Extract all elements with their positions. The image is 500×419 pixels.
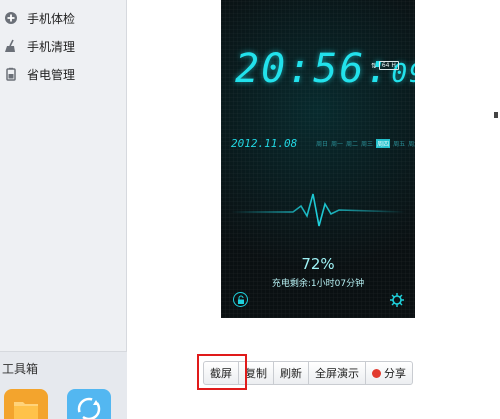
phone-screen: 20:56:09 ⇅ 64 H 2012.11.08 周日 周一 周二 周三 周…: [221, 0, 415, 318]
battery-status: 64 H: [378, 61, 399, 70]
heartbeat-wave-graphic: [231, 193, 406, 227]
weekday-label: 周五: [393, 141, 406, 148]
lock-button[interactable]: [233, 292, 248, 307]
sync-icon: [76, 396, 102, 419]
weekday-label-active: 周四: [376, 139, 391, 148]
clock-hours-minutes: 20:56:: [235, 46, 392, 92]
fullscreen-demo-button[interactable]: 全屏演示: [309, 362, 366, 384]
copy-button[interactable]: 复制: [239, 362, 274, 384]
sidebar: 手机体检 手机清理 省电管理 工具箱: [0, 0, 127, 419]
lock-icon: [234, 294, 247, 306]
folder-icon: [13, 398, 39, 419]
share-icon: [372, 368, 381, 378]
share-label: 分享: [384, 367, 406, 380]
weekday-strip: 周日 周一 周二 周三 周四 周五 周六: [316, 139, 415, 148]
settings-button[interactable]: [389, 292, 405, 308]
sidebar-item-phone-cleanup[interactable]: 手机清理: [0, 33, 126, 59]
sidebar-item-label: 手机体检: [27, 11, 76, 26]
sidebar-item-label: 手机清理: [27, 39, 76, 54]
sync-status-icon: ⇅: [371, 61, 377, 70]
gear-icon: [389, 293, 405, 312]
status-indicators: ⇅ 64 H: [371, 61, 399, 70]
refresh-button[interactable]: 刷新: [274, 362, 309, 384]
action-toolbar: 截屏 复制 刷新 全屏演示 分享: [203, 361, 413, 385]
weekday-label: 周二: [346, 141, 359, 148]
toolbox-title: 工具箱: [2, 362, 39, 376]
weekday-label: 周一: [331, 141, 344, 148]
sync-tool-button[interactable]: [67, 389, 111, 419]
sidebar-item-phone-checkup[interactable]: 手机体检: [0, 5, 126, 31]
sidebar-item-label: 省电管理: [27, 67, 76, 82]
charge-remaining-text: 充电剩余:1小时07分钟: [271, 279, 365, 289]
stray-mark: [494, 112, 498, 118]
battery-percent: 72%: [301, 255, 335, 273]
weekday-label: 周日: [316, 141, 329, 148]
folder-tool-button[interactable]: [4, 389, 48, 419]
sidebar-item-power-management[interactable]: 省电管理: [0, 61, 126, 87]
weekday-label: 周六: [408, 141, 415, 148]
battery-icon: [4, 67, 18, 81]
plus-circle-icon: [4, 11, 18, 25]
share-button[interactable]: 分享: [366, 362, 412, 384]
screenshot-button[interactable]: 截屏: [204, 362, 239, 384]
date-display: 2012.11.08: [231, 137, 298, 150]
weekday-label: 周三: [361, 141, 374, 148]
broom-icon: [4, 39, 18, 53]
